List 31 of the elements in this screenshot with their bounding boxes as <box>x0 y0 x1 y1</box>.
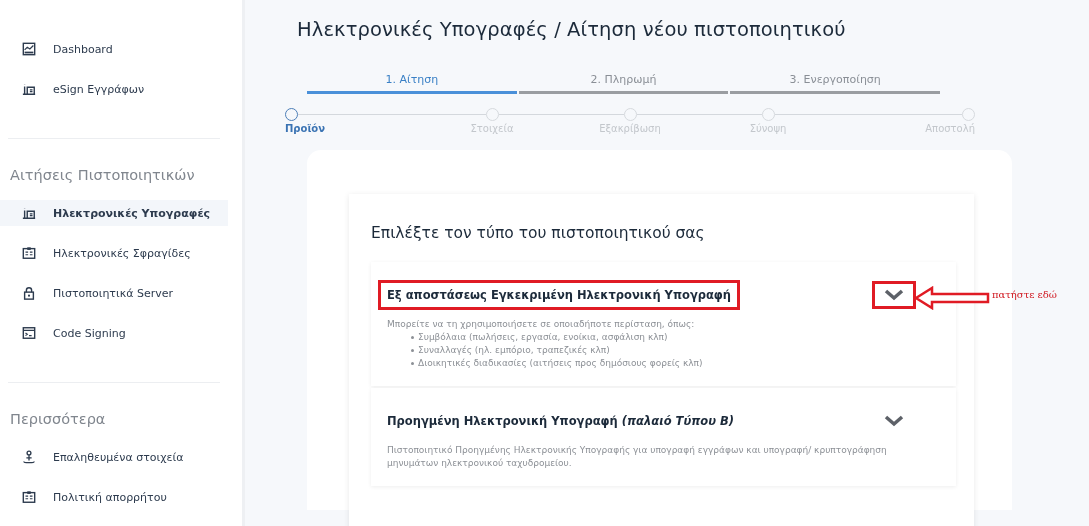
option-title[interactable]: Προηγμένη Ηλεκτρονική Υπογραφή (παλαιό Τύπου B) <box>378 406 743 437</box>
person-icon <box>22 450 36 464</box>
step-label: Προϊόν <box>285 123 325 134</box>
section-heading: Αιτήσεις Πιστοποιητικών <box>9 167 196 183</box>
option-title[interactable]: Εξ αποστάσεως Εγκεκριμένη Ηλεκτρονική Υπογραφή <box>378 280 741 310</box>
terminal-icon <box>22 326 36 340</box>
sidebar-item[interactable]: Πιστοποιητικά Server <box>0 280 228 306</box>
sidebar-item[interactable]: Πολιτική απορρήτου <box>0 484 228 510</box>
sidebar-item[interactable]: Επαληθευμένα στοιχεία <box>0 444 228 470</box>
chevron-icon <box>884 289 904 301</box>
annotation-text: πατήστε εδώ <box>992 289 1057 300</box>
sidebar-item[interactable]: eSign Εγγράφων <box>0 76 228 102</box>
sidebar-item[interactable]: Ηλεκτρονικές Σφραγίδες <box>0 240 228 266</box>
chart-icon <box>22 42 36 56</box>
expand-button[interactable] <box>872 281 916 309</box>
lock-icon <box>22 286 36 300</box>
section-heading: Περισσότερα <box>9 411 107 427</box>
bullet-text: Διοικητικές διαδικασίες (αιτήσεις προς δημόσιους φορείς κλπ) <box>411 357 946 371</box>
chevron-icon <box>884 415 904 428</box>
id-card-icon <box>22 490 36 504</box>
id-card-icon <box>22 246 36 260</box>
bullet-text: Συναλλαγές (ηλ. εμπόριο, τραπεζικές κλπ) <box>411 344 946 358</box>
phase-tab[interactable]: 1. Αίτηση <box>307 73 517 94</box>
card-heading: Επιλέξτε τον τύπο του πιστοποιητικού σας <box>371 224 706 242</box>
sidebar-item[interactable]: Code Signing <box>0 320 228 346</box>
page-title: Ηλεκτρονικές Υπογραφές / Αίτηση νέου πιστοποιητικού <box>297 18 847 41</box>
sidebar-item[interactable]: Dashboard <box>0 36 228 62</box>
bullet-text: Συμβόλαια (πωλήσεις, εργασία, ενοίκια, ασφάλιση κλπ) <box>411 331 946 345</box>
sidebar-item[interactable]: Ηλεκτρονικές Υπογραφές <box>0 200 228 226</box>
option-description: Μπορείτε να τη χρησιμοποιήσετε σε οποιαδήποτε περίσταση, όπως: <box>387 318 696 331</box>
option-description: Πιστοποιητικό Προηγμένης Ηλεκτρονικής Υπογραφής για υπογραφή εγγράφων και υπογραφή/ κρυπτογράφηση μηνυμάτων ηλεκτρονικού ταχυδρομείου. <box>387 444 888 471</box>
